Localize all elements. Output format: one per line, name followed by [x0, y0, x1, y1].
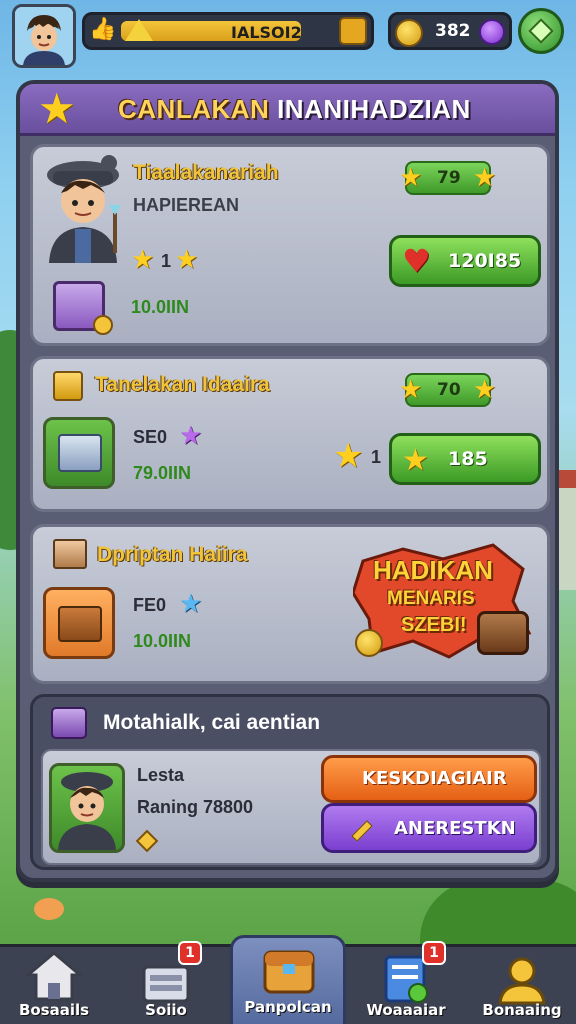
- nav-collection[interactable]: Panpolcan: [230, 935, 346, 1024]
- card3-timer: 10.0IIN: [133, 631, 192, 651]
- ranking-portrait-icon: [58, 772, 116, 850]
- player-portrait-icon: [15, 7, 73, 65]
- card1-star2-icon: ★: [175, 245, 199, 275]
- level2-star-right-icon: ★: [473, 375, 497, 405]
- top-bar: 👍 IALSOI2 382: [0, 0, 576, 70]
- promo-line-1: HADIKAN: [373, 555, 493, 585]
- level-star-right-icon: ★: [473, 163, 497, 193]
- chest-icon: [263, 950, 315, 994]
- quests-notification-badge: 1: [422, 941, 446, 965]
- card2-button-label: 185: [448, 448, 488, 470]
- nav-quests-label: Woaaaiar: [366, 1001, 446, 1019]
- thumb-icon: 👍: [89, 17, 117, 42]
- card3-title: Dpriptan Haiira: [97, 543, 248, 566]
- coin-pile-icon: [355, 629, 383, 657]
- small-gem-icon: [135, 829, 159, 853]
- claim-reward-button[interactable]: KESKDIAGIAIR: [321, 755, 537, 803]
- card2-cube-icon: [53, 371, 83, 401]
- card1-level: 79: [437, 168, 461, 188]
- card1-stars-count: 1: [161, 251, 172, 271]
- diamond-icon: [528, 18, 554, 44]
- card2-action-button[interactable]: ★ 185: [389, 433, 541, 485]
- card1-timer: 10.0IIN: [131, 297, 190, 317]
- resource-value: IALSOI2: [231, 23, 302, 42]
- panel-title-main: CANLAKAN: [118, 94, 270, 124]
- card1-action-button[interactable]: ♥ 120I85: [389, 235, 541, 287]
- nav-collection-label: Panpolcan: [244, 998, 332, 1016]
- nav-home[interactable]: Bosaails: [0, 947, 108, 1024]
- heart-icon: ♥: [402, 242, 431, 280]
- event-section: Motahialk, cai aentian Lesta Raning 7880…: [30, 694, 550, 870]
- card2-item-tile: [43, 417, 115, 489]
- quest-card-2[interactable]: Tanelakan Idaaira ★ 70 ★ SE0 ★ 79.0IIN ★…: [30, 356, 550, 512]
- bottom-navigation: Bosaails 1 Soiio Panpolcan 1 Woaaaiar Bo…: [0, 935, 576, 1024]
- promo-line-2: MENARIS: [387, 588, 475, 609]
- menu-button[interactable]: [518, 8, 564, 54]
- level-star-left-icon: ★: [399, 163, 423, 193]
- panel-header: ★ CANLAKAN INANIHADZIAN: [20, 84, 555, 136]
- blue-star-icon: ★: [179, 589, 203, 619]
- storage-box-icon: [58, 434, 102, 472]
- card2-level-badge: ★ 70 ★: [399, 373, 496, 407]
- quest-card-1[interactable]: Tiaalakanariah HAPIEREAN ★ 79 ★ ★ 1 ★ 10…: [30, 144, 550, 346]
- home-icon: [26, 951, 82, 1001]
- card2-timer: 79.0IIN: [133, 463, 192, 483]
- ranking-row: Lesta Raning 78800 KESKDIAGIAIR ANERESTK…: [41, 749, 541, 865]
- panel-title-rest: INANIHADZIAN: [277, 94, 471, 124]
- event-chest-icon: [51, 707, 87, 739]
- orange-button-label: KESKDIAGIAIR: [362, 768, 507, 789]
- card1-button-label: 120I85: [448, 250, 522, 272]
- player-ranking: Raning 78800: [137, 797, 254, 817]
- event-title: Motahialk, cai aentian: [103, 711, 321, 734]
- character-portrait-icon: [47, 155, 121, 263]
- purple-star-icon: ★: [179, 421, 203, 451]
- treasure-chest-icon: [58, 606, 102, 642]
- purple-button-label: ANERESTKN: [394, 818, 516, 839]
- coins-value: 382: [435, 21, 471, 41]
- card2-cost: SE0: [133, 427, 168, 447]
- card1-level-badge: ★ 79 ★: [399, 161, 496, 195]
- pencil-icon: [351, 820, 373, 842]
- card1-title: Tiaalakanariah: [133, 161, 279, 184]
- small-coin-icon: [93, 315, 113, 335]
- button-star-icon: ★: [402, 443, 429, 478]
- event-action-button[interactable]: ANERESTKN: [321, 803, 537, 853]
- nav-shop[interactable]: 1 Soiio: [112, 941, 220, 1024]
- ranking-avatar[interactable]: [49, 763, 125, 853]
- promo-line-3: SZEBI!: [401, 614, 467, 636]
- nav-profile-label: Bonaaing: [482, 1001, 562, 1019]
- nav-quests[interactable]: 1 Woaaaiar: [352, 941, 460, 1024]
- main-panel: ★ CANLAKAN INANIHADZIAN Tiaalakanariah H…: [16, 80, 559, 882]
- coin-icon: [395, 19, 423, 47]
- card3-item-tile: [43, 587, 115, 659]
- card3-cost: FE0: [133, 595, 167, 615]
- level2-star-left-icon: ★: [399, 375, 423, 405]
- nav-shop-label: Soiio: [145, 1001, 187, 1019]
- quest-card-3[interactable]: Dpriptan Haiira FE0 ★ 10.0IIN HADIKAN ME…: [30, 524, 550, 684]
- card2-big-star-icon: ★: [333, 436, 364, 476]
- resource-bar[interactable]: 👍 IALSOI2: [82, 12, 374, 50]
- gem-icon: [479, 19, 505, 45]
- card1-subtitle: HAPIEREAN: [133, 195, 240, 215]
- coins-display[interactable]: 382: [388, 12, 512, 50]
- player-avatar[interactable]: [12, 4, 76, 68]
- crate-icon[interactable]: [339, 17, 367, 45]
- card2-title: Tanelakan Idaaira: [95, 373, 270, 396]
- card2-star-count: 1: [371, 447, 382, 467]
- card2-level: 70: [437, 380, 461, 400]
- promo-burst[interactable]: HADIKAN MENARIS SZEBI!: [353, 541, 533, 661]
- header-star-icon: ★: [38, 84, 76, 133]
- book-icon: [53, 539, 87, 569]
- briefcase-icon: [477, 611, 529, 655]
- nav-home-label: Bosaails: [18, 1001, 90, 1019]
- profile-icon: [498, 957, 546, 1005]
- shop-notification-badge: 1: [178, 941, 202, 965]
- nav-profile[interactable]: Bonaaing: [468, 947, 576, 1024]
- background-flower: [34, 898, 64, 920]
- player-name: Lesta: [137, 765, 185, 785]
- card1-star-icon: ★: [131, 245, 155, 275]
- panel-title: CANLAKAN INANIHADZIAN: [118, 94, 471, 125]
- warning-triangle-icon: [125, 19, 153, 41]
